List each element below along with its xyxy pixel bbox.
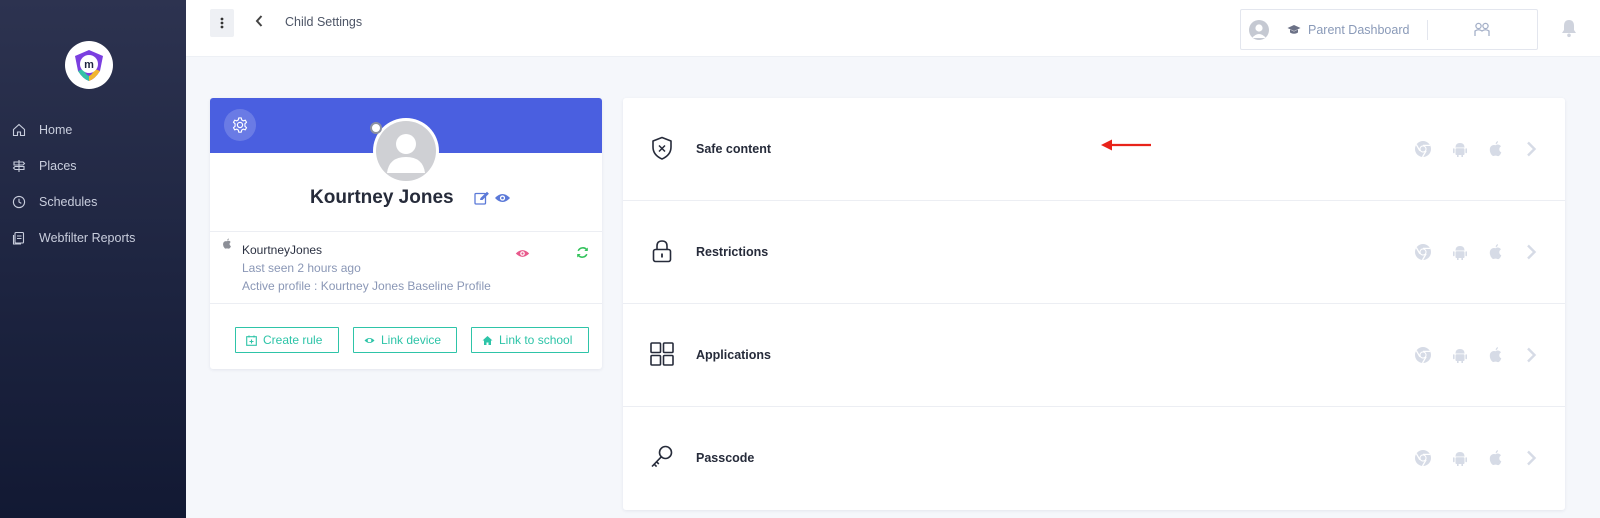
page-title: Child Settings bbox=[285, 15, 363, 29]
chrome-icon bbox=[1415, 347, 1431, 364]
report-icon bbox=[12, 231, 26, 245]
profile-settings-button[interactable] bbox=[224, 109, 256, 141]
apple-icon bbox=[1489, 450, 1502, 466]
bell-icon[interactable] bbox=[1560, 18, 1578, 38]
row-label: Safe content bbox=[696, 142, 772, 156]
annotation-arrow-icon bbox=[1101, 139, 1151, 151]
logo-icon: m bbox=[75, 50, 103, 81]
android-icon bbox=[1453, 246, 1467, 260]
row-label: Passcode bbox=[696, 451, 755, 465]
app-logo[interactable]: m bbox=[65, 41, 113, 89]
apple-icon bbox=[1489, 347, 1502, 363]
chevron-right-icon bbox=[1527, 141, 1537, 157]
eye-icon bbox=[364, 337, 375, 343]
child-name: Kourtney Jones bbox=[310, 187, 454, 208]
profile-actions: Create rule Link device Link to school bbox=[235, 327, 589, 353]
chrome-icon bbox=[1415, 450, 1431, 467]
divider bbox=[1427, 20, 1428, 40]
chevron-right-icon bbox=[1527, 450, 1537, 466]
refresh-icon[interactable] bbox=[576, 246, 589, 259]
sidebar-item-places[interactable]: Places bbox=[0, 148, 186, 184]
last-seen: Last seen 2 hours ago bbox=[242, 261, 361, 275]
key-icon bbox=[651, 445, 673, 468]
child-profile-card: Kourtney Jones KourtneyJones Last seen 2… bbox=[210, 98, 602, 369]
parent-dashboard-switcher[interactable]: Parent Dashboard bbox=[1240, 9, 1538, 50]
user-silhouette-icon bbox=[387, 134, 425, 173]
android-icon bbox=[1453, 452, 1467, 466]
home-icon bbox=[482, 335, 493, 345]
online-status-indicator bbox=[370, 122, 382, 134]
settings-row-applications[interactable]: Applications bbox=[623, 304, 1565, 407]
divider bbox=[210, 231, 602, 232]
row-label: Applications bbox=[696, 348, 772, 362]
top-bar: Child Settings Parent Dashboard bbox=[186, 0, 1600, 57]
child-avatar bbox=[373, 118, 439, 184]
clock-icon bbox=[12, 195, 26, 209]
settings-row-safe-content[interactable]: Safe content bbox=[623, 98, 1565, 201]
divider bbox=[210, 303, 602, 304]
chevron-right-icon bbox=[1527, 244, 1537, 260]
sidebar-item-label: Webfilter Reports bbox=[39, 231, 136, 245]
sidebar-item-webfilter-reports[interactable]: Webfilter Reports bbox=[0, 220, 186, 256]
chevron-left-icon bbox=[255, 15, 263, 27]
create-rule-label: Create rule bbox=[263, 333, 323, 347]
link-to-school-button[interactable]: Link to school bbox=[471, 327, 589, 353]
device-name: KourtneyJones bbox=[242, 243, 323, 257]
edit-icon[interactable] bbox=[474, 191, 490, 205]
children-icon[interactable] bbox=[1473, 22, 1491, 38]
view-icon[interactable] bbox=[494, 191, 511, 205]
apple-icon bbox=[1489, 244, 1502, 260]
chevron-right-icon bbox=[1527, 347, 1537, 363]
chrome-icon bbox=[1415, 244, 1431, 261]
parent-dashboard-label: Parent Dashboard bbox=[1308, 23, 1410, 37]
link-to-school-label: Link to school bbox=[499, 333, 573, 347]
sidebar: m Home Places Schedules Webfilter Report… bbox=[0, 0, 186, 518]
gear-icon bbox=[232, 117, 248, 133]
svg-text:m: m bbox=[84, 59, 94, 71]
link-device-label: Link device bbox=[381, 333, 442, 347]
graduation-cap-icon bbox=[1287, 25, 1301, 34]
name-actions bbox=[474, 191, 511, 205]
eye-icon[interactable] bbox=[515, 248, 530, 259]
home-icon bbox=[12, 123, 26, 137]
active-profile: Active profile : Kourtney Jones Baseline… bbox=[242, 279, 491, 293]
lock-icon bbox=[652, 240, 672, 263]
android-icon bbox=[1453, 349, 1467, 363]
sidebar-item-home[interactable]: Home bbox=[0, 112, 186, 148]
create-rule-button[interactable]: Create rule bbox=[235, 327, 339, 353]
avatar bbox=[1249, 20, 1269, 40]
apple-icon bbox=[1489, 141, 1502, 157]
row-label: Restrictions bbox=[696, 245, 769, 259]
grid-icon bbox=[650, 342, 674, 366]
sidebar-item-label: Places bbox=[39, 159, 77, 173]
sidebar-item-schedules[interactable]: Schedules bbox=[0, 184, 186, 220]
settings-row-passcode[interactable]: Passcode bbox=[623, 407, 1565, 510]
more-menu-button[interactable] bbox=[210, 9, 234, 37]
apple-icon bbox=[223, 238, 231, 249]
calendar-plus-icon bbox=[246, 335, 257, 346]
signpost-icon bbox=[12, 159, 26, 173]
back-button[interactable] bbox=[254, 14, 264, 33]
sidebar-item-label: Home bbox=[39, 123, 73, 137]
kebab-icon bbox=[220, 17, 224, 29]
sidebar-item-label: Schedules bbox=[39, 195, 98, 209]
settings-list: Safe content Restrictions Applications P… bbox=[623, 98, 1565, 510]
shield-x-icon bbox=[652, 136, 672, 160]
sidebar-nav: Home Places Schedules Webfilter Reports bbox=[0, 112, 186, 256]
link-device-button[interactable]: Link device bbox=[353, 327, 457, 353]
chrome-icon bbox=[1415, 141, 1431, 158]
settings-row-restrictions[interactable]: Restrictions bbox=[623, 201, 1565, 304]
android-icon bbox=[1453, 143, 1467, 157]
